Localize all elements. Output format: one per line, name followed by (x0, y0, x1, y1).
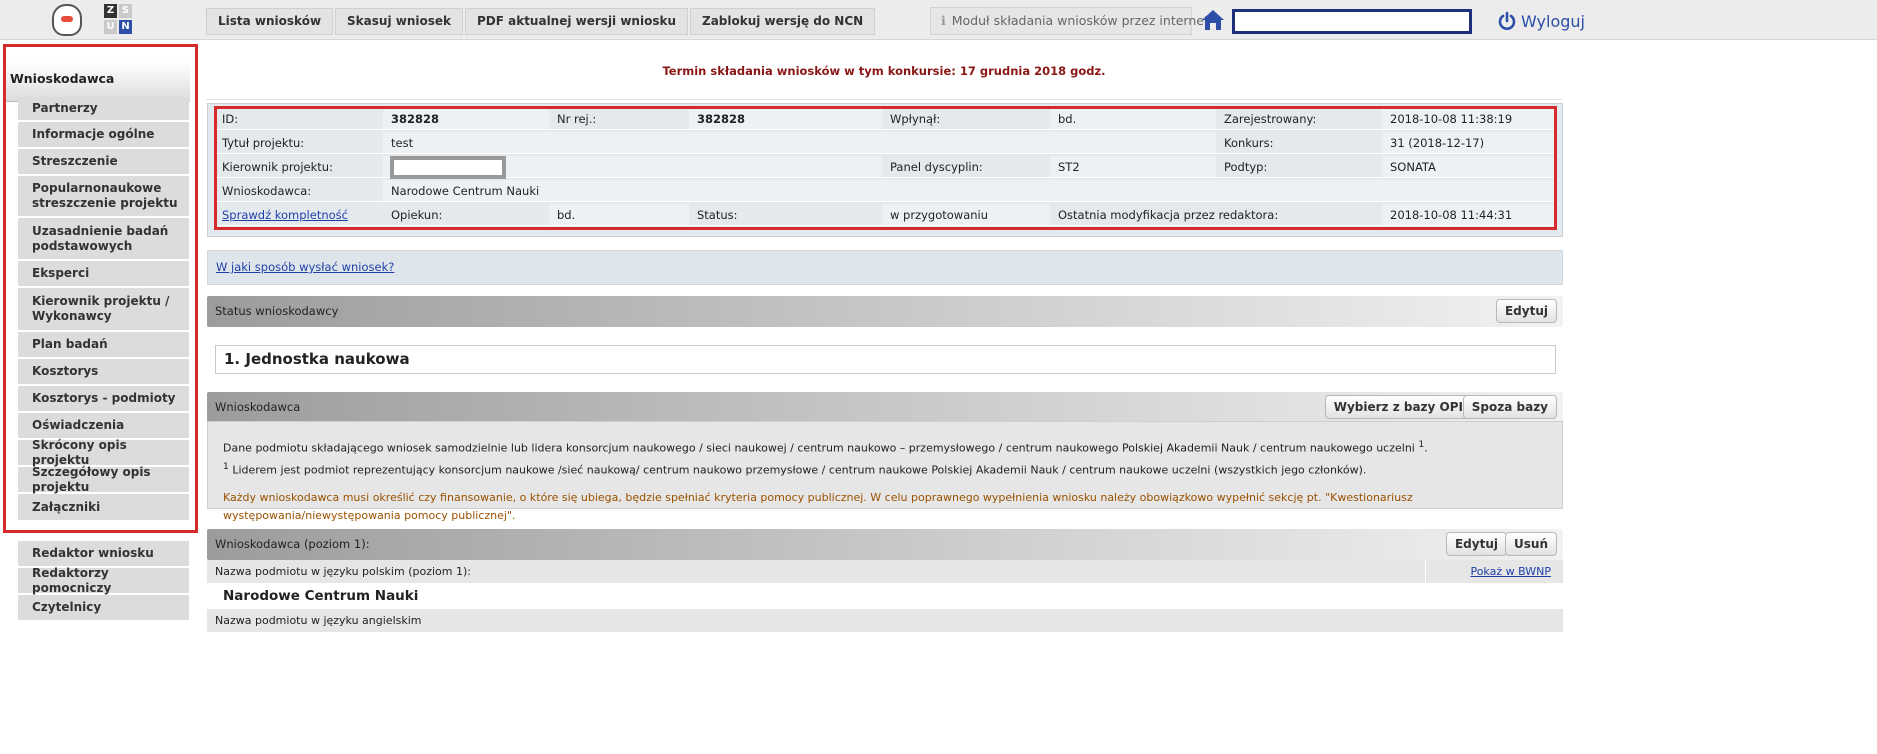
outside-database-button[interactable]: Spoza bazy (1462, 395, 1557, 419)
power-icon (1498, 11, 1516, 30)
top-nav: Lista wniosków Skasuj wniosek PDF aktual… (206, 8, 876, 35)
name-en-label: Nazwa podmiotu w języku angielskim (215, 614, 422, 627)
applicant-description: Dane podmiotu składającego wniosek samod… (207, 421, 1563, 522)
applicant-name-value: Narodowe Centrum Nauki (215, 584, 1556, 608)
module-label: ℹ Moduł składania wniosków przez internet (930, 7, 1209, 35)
sidebar-highlight-frame (3, 44, 198, 533)
info-icon: ℹ (941, 13, 946, 28)
sidebar-item-redaktor-wniosku[interactable]: Redaktor wniosku (18, 541, 189, 568)
top-bar: Z S U N Lista wniosków Skasuj wniosek PD… (0, 0, 1877, 40)
section-heading-jednostka: 1. Jednostka naukowa (215, 345, 1556, 374)
edit-applicant-button[interactable]: Edytuj (1445, 532, 1507, 556)
name-pl-label: Nazwa podmiotu w języku polskim (poziom … (215, 565, 471, 578)
applicant-level1-title: Wnioskodawca (poziom 1): (215, 537, 370, 551)
description-line-end: . (1424, 441, 1428, 455)
lock-version-button[interactable]: Zablokuj wersję do NCN (690, 8, 876, 35)
search-input[interactable] (1232, 9, 1472, 34)
description-line-2: 1 Liderem jest podmiot reprezentujący ko… (223, 458, 1547, 480)
sidebar-item-redaktorzy-pomocniczy[interactable]: Redaktorzy pomocniczy (18, 566, 189, 595)
show-in-bwnp-link[interactable]: Pokaż w BWNP (1470, 560, 1551, 584)
zsun-logo[interactable]: Z S U N (104, 4, 132, 34)
applicant-status-bar: Status wnioskodawcy Edytuj (207, 296, 1563, 327)
application-list-button[interactable]: Lista wniosków (206, 8, 334, 35)
logo-letter: U (104, 20, 117, 34)
select-from-opi-button[interactable]: Wybierz z bazy OPI (1324, 395, 1472, 419)
delete-application-button[interactable]: Skasuj wniosek (335, 8, 463, 35)
logo-letter: N (119, 20, 132, 34)
how-to-send-link[interactable]: W jaki sposób wysłać wniosek? (216, 260, 394, 274)
name-en-row: Nazwa podmiotu w języku angielskim (207, 609, 1563, 633)
name-pl-row: Nazwa podmiotu w języku polskim (poziom … (207, 560, 1563, 584)
applicant-section-title: Wnioskodawca (215, 400, 301, 414)
applicant-level1-bar: Wnioskodawca (poziom 1): Edytuj Usuń (207, 529, 1563, 560)
description-line-1: Dane podmiotu składającego wniosek samod… (223, 436, 1547, 458)
info-highlight-frame (214, 106, 1557, 230)
description-text-2: Liderem jest podmiot reprezentujący kons… (228, 463, 1367, 477)
how-to-send-box: W jaki sposób wysłać wniosek? (207, 250, 1563, 285)
logo-letter: S (119, 4, 132, 18)
home-icon[interactable] (1200, 7, 1226, 35)
logout-label: Wyloguj (1521, 11, 1585, 31)
module-label-text: Moduł składania wniosków przez internet (951, 13, 1209, 28)
logout-button[interactable]: Wyloguj (1497, 8, 1585, 34)
divider (1425, 560, 1426, 584)
edit-status-button[interactable]: Edytuj (1495, 299, 1557, 323)
public-aid-warning: Każdy wnioskodawca musi określić czy fin… (223, 491, 1413, 523)
deadline-banner: Termin składania wniosków w tym konkursi… (206, 64, 1562, 100)
logo-letter: Z (104, 4, 117, 18)
applicant-section-bar: Wnioskodawca Wybierz z bazy OPI Spoza ba… (207, 392, 1563, 423)
remove-applicant-button[interactable]: Usuń (1505, 532, 1557, 556)
ncn-logo[interactable] (52, 4, 82, 36)
sidebar-item-czytelnicy[interactable]: Czytelnicy (18, 595, 189, 622)
description-text-1: Dane podmiotu składającego wniosek samod… (223, 441, 1419, 455)
pdf-current-version-button[interactable]: PDF aktualnej wersji wniosku (464, 8, 688, 35)
applicant-status-title: Status wnioskodawcy (215, 304, 339, 318)
